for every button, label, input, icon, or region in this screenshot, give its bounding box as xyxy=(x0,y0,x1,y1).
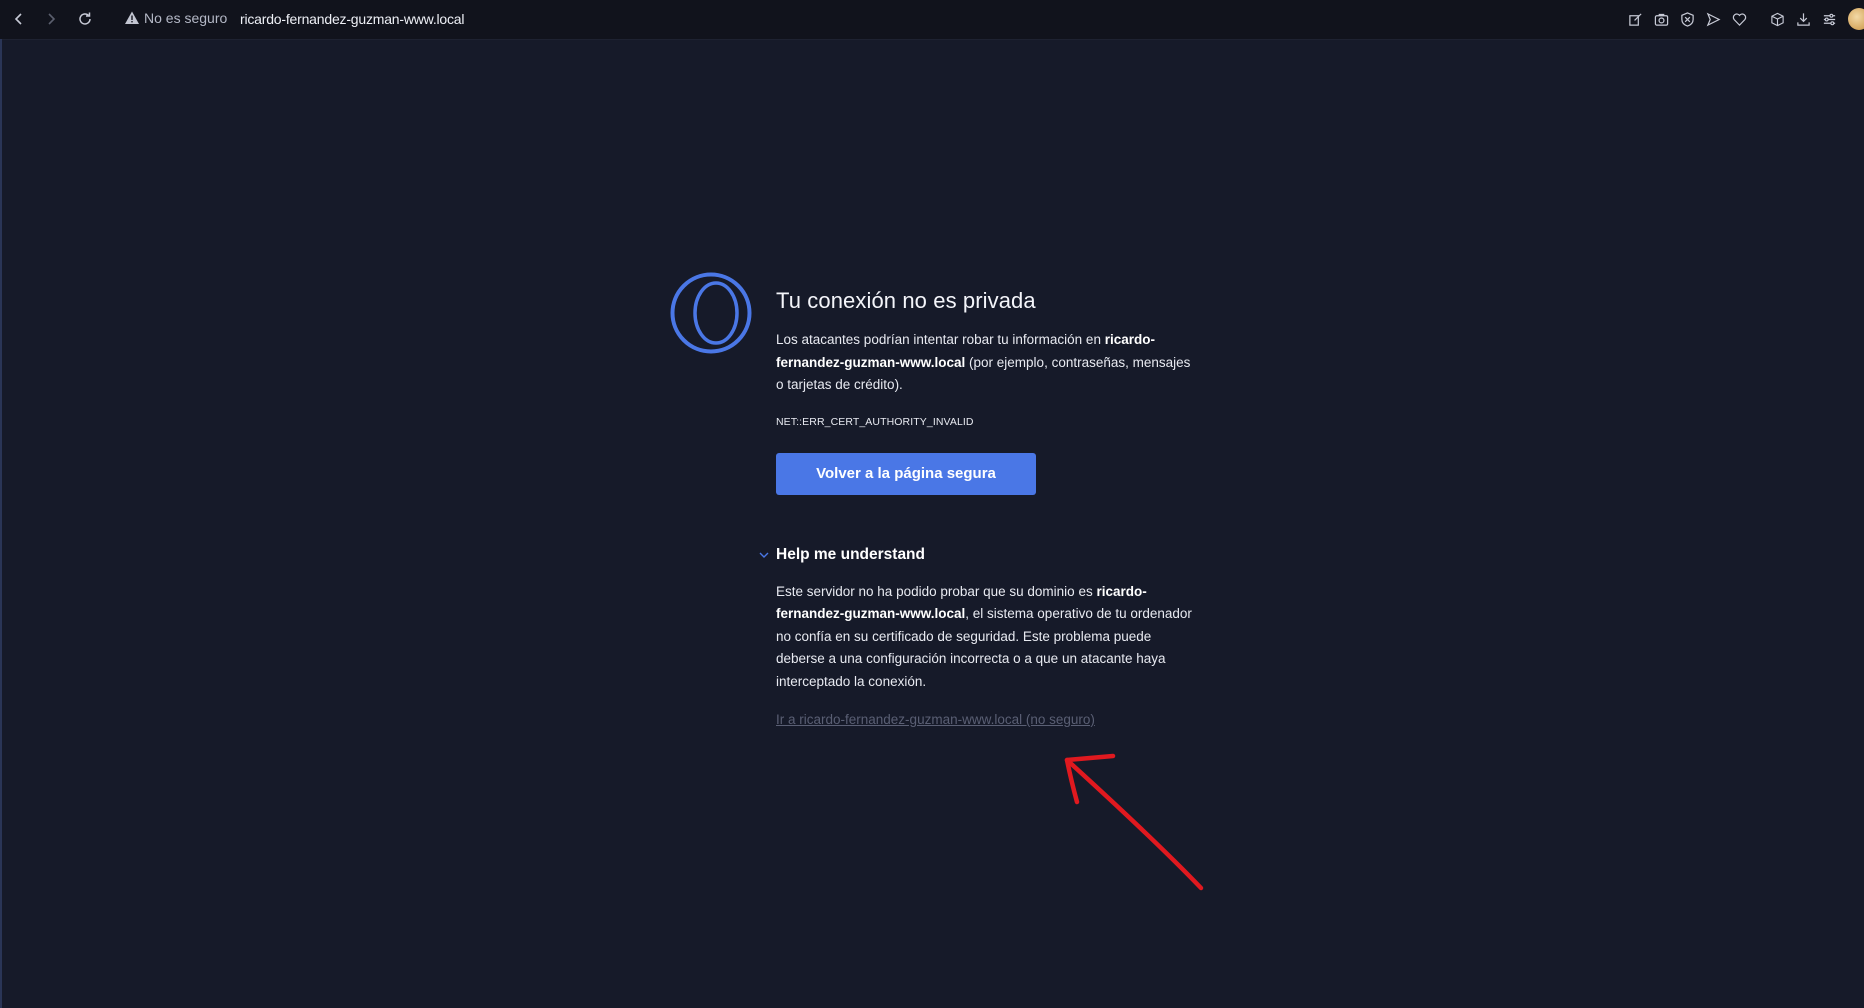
opera-gx-logo-icon xyxy=(670,272,752,354)
intro-text-start: Los atacantes podrían intentar robar tu … xyxy=(776,332,1105,347)
security-label: No es seguro xyxy=(144,10,228,26)
profile-avatar[interactable] xyxy=(1848,8,1864,30)
snapshot-button[interactable] xyxy=(1650,8,1672,30)
edit-icon xyxy=(1628,12,1642,26)
edit-share-button[interactable] xyxy=(1624,8,1646,30)
intro-text: Los atacantes podrían intentar robar tu … xyxy=(776,329,1196,397)
warning-icon xyxy=(125,11,139,24)
extensions-button[interactable] xyxy=(1766,8,1788,30)
forward-button[interactable] xyxy=(40,8,62,30)
shield-block-icon xyxy=(1680,11,1694,27)
back-arrow-icon xyxy=(14,13,22,25)
easy-setup-button[interactable] xyxy=(1818,8,1840,30)
settings-sliders-icon xyxy=(1823,13,1835,25)
details-text: Este servidor no ha podido probar que su… xyxy=(776,581,1196,694)
flow-send-button[interactable] xyxy=(1702,8,1724,30)
browser-toolbar: No es seguro ricardo-fernandez-guzman-ww… xyxy=(0,0,1864,40)
proceed-unsafe-link[interactable]: Ir a ricardo-fernandez-guzman-www.local … xyxy=(776,712,1095,727)
heart-icon xyxy=(1732,12,1746,26)
address-bar-url[interactable]: ricardo-fernandez-guzman-www.local xyxy=(240,11,464,27)
window-edge xyxy=(0,39,2,1008)
adblock-button[interactable] xyxy=(1676,8,1698,30)
chevron-down-icon xyxy=(759,552,769,558)
details-text-start: Este servidor no ha podido probar que su… xyxy=(776,583,1097,599)
details-title: Help me understand xyxy=(776,545,925,563)
back-button[interactable] xyxy=(8,8,30,30)
reload-button[interactable] xyxy=(74,8,96,30)
downloads-button[interactable] xyxy=(1792,8,1814,30)
forward-arrow-icon xyxy=(48,13,56,25)
security-indicator[interactable]: No es seguro xyxy=(124,10,227,26)
favorite-button[interactable] xyxy=(1728,8,1750,30)
toolbar-icons xyxy=(1620,8,1864,30)
reload-icon xyxy=(79,12,91,25)
cube-icon xyxy=(1770,12,1784,26)
page-title: Tu conexión no es privada xyxy=(776,288,1036,313)
red-annotation-arrow xyxy=(1064,753,1204,891)
camera-icon xyxy=(1654,13,1668,26)
help-me-understand-toggle[interactable]: Help me understand xyxy=(759,545,1196,564)
download-icon xyxy=(1796,12,1810,26)
error-code: NET::ERR_CERT_AUTHORITY_INVALID xyxy=(776,415,974,428)
back-to-safety-button[interactable]: Volver a la página segura xyxy=(776,452,1036,495)
error-content: Tu conexión no es privada Los atacantes … xyxy=(759,288,1196,729)
send-icon xyxy=(1706,12,1720,26)
